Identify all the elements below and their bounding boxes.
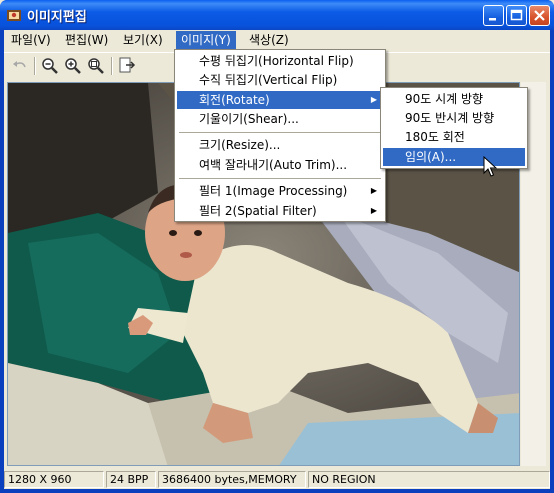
status-region: NO REGION bbox=[308, 471, 550, 488]
toolbar-separator bbox=[111, 57, 113, 75]
zoom-in-icon[interactable] bbox=[63, 56, 83, 76]
menu-horizontal-flip[interactable]: 수평 뒤집기(Horizontal Flip) bbox=[177, 52, 383, 70]
image-menu-dropdown: 수평 뒤집기(Horizontal Flip) 수직 뒤집기(Vertical … bbox=[174, 49, 386, 222]
minimize-button[interactable] bbox=[483, 5, 504, 26]
close-button[interactable] bbox=[529, 5, 550, 26]
menu-filter-1-label: 필터 1(Image Processing) bbox=[199, 184, 348, 198]
maximize-button[interactable] bbox=[506, 5, 527, 26]
app-icon bbox=[7, 10, 21, 21]
menu-separator bbox=[179, 132, 381, 133]
menu-vertical-flip[interactable]: 수직 뒤집기(Vertical Flip) bbox=[177, 71, 383, 89]
menu-separator bbox=[179, 178, 381, 179]
menu-rotate-180[interactable]: 180도 회전 bbox=[383, 128, 525, 146]
menu-filter-1[interactable]: 필터 1(Image Processing) ▶ bbox=[177, 182, 383, 200]
mouse-cursor-icon bbox=[483, 156, 497, 177]
submenu-arrow-icon: ▶ bbox=[370, 95, 377, 104]
zoom-out-icon[interactable] bbox=[40, 56, 60, 76]
menu-rotate-90-ccw[interactable]: 90도 반시계 방향 bbox=[383, 109, 525, 127]
rotate-submenu: 90도 시계 방향 90도 반시계 방향 180도 회전 임의(A)... bbox=[380, 87, 528, 169]
window-title: 이미지편집 bbox=[27, 10, 87, 25]
menu-rotate[interactable]: 회전(Rotate) ▶ bbox=[177, 91, 383, 109]
menu-filter-2-label: 필터 2(Spatial Filter) bbox=[199, 204, 317, 218]
close-icon bbox=[534, 10, 545, 21]
maximize-icon bbox=[510, 9, 523, 21]
menu-bar: 파일(V) 편집(W) 보기(X) 이미지(Y) 색상(Z) bbox=[4, 30, 550, 50]
menu-color[interactable]: 색상(Z) bbox=[244, 31, 294, 49]
export-icon[interactable] bbox=[117, 56, 137, 76]
undo-icon[interactable] bbox=[10, 56, 30, 76]
zoom-fit-icon[interactable] bbox=[86, 56, 106, 76]
menu-rotate-arbitrary[interactable]: 임의(A)... bbox=[383, 148, 525, 166]
menu-file[interactable]: 파일(V) bbox=[6, 31, 56, 49]
submenu-arrow-icon: ▶ bbox=[370, 186, 377, 195]
menu-edit[interactable]: 편집(W) bbox=[60, 31, 113, 49]
menu-resize[interactable]: 크기(Resize)... bbox=[177, 136, 383, 154]
menu-image[interactable]: 이미지(Y) bbox=[176, 31, 236, 49]
menu-filter-2[interactable]: 필터 2(Spatial Filter) ▶ bbox=[177, 202, 383, 220]
submenu-arrow-icon: ▶ bbox=[370, 206, 377, 215]
minimize-icon bbox=[489, 18, 496, 21]
menu-shear[interactable]: 기울이기(Shear)... bbox=[177, 110, 383, 128]
status-dimensions: 1280 X 960 bbox=[4, 471, 104, 488]
status-bar: 1280 X 960 24 BPP 3686400 bytes,MEMORY N… bbox=[4, 470, 550, 489]
status-memory: 3686400 bytes,MEMORY bbox=[158, 471, 306, 488]
app-window: 이미지편집 파일(V) 편집(W) 보기(X) 이미지(Y) 색상(Z) 128… bbox=[0, 0, 554, 493]
menu-auto-trim[interactable]: 여백 잘라내기(Auto Trim)... bbox=[177, 156, 383, 174]
title-bar[interactable]: 이미지편집 bbox=[0, 0, 554, 30]
menu-rotate-90-cw[interactable]: 90도 시계 방향 bbox=[383, 90, 525, 108]
menu-view[interactable]: 보기(X) bbox=[118, 31, 168, 49]
status-bpp: 24 BPP bbox=[106, 471, 156, 488]
menu-rotate-label: 회전(Rotate) bbox=[199, 93, 270, 107]
toolbar-separator bbox=[34, 57, 36, 75]
